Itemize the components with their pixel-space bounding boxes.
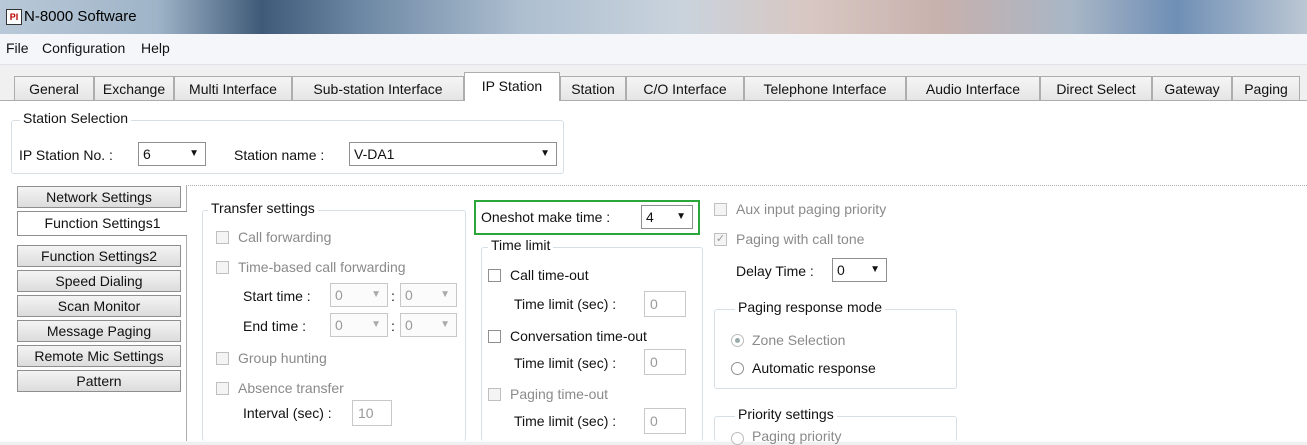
station-name-select[interactable]: V-DA1 ▼ — [349, 142, 557, 166]
menu-configuration[interactable]: Configuration — [42, 40, 125, 56]
automatic-response-radio[interactable] — [731, 362, 744, 375]
station-name-value: V-DA1 — [354, 146, 395, 162]
menu-file[interactable]: File — [6, 40, 29, 56]
paging-timeout-label: Paging time-out — [510, 386, 609, 402]
paging-timeout-checkbox[interactable] — [488, 388, 501, 401]
station-name-label: Station name : — [234, 147, 325, 163]
title-bar — [0, 0, 1307, 34]
side-tab-speed-dialing[interactable]: Speed Dialing — [17, 270, 181, 292]
automatic-response-label: Automatic response — [752, 360, 876, 376]
chevron-down-icon: ▼ — [189, 148, 199, 159]
paging-time-limit-label: Time limit (sec) : — [514, 413, 617, 429]
chevron-down-icon: ▼ — [371, 289, 381, 300]
tab-direct-select[interactable]: Direct Select — [1040, 76, 1152, 100]
chevron-down-icon: ▼ — [540, 148, 550, 159]
tab-sub-station-interface[interactable]: Sub-station Interface — [292, 76, 464, 100]
oneshot-make-time-label: Oneshot make time : — [481, 209, 611, 225]
interval-input[interactable]: 10 — [352, 400, 392, 426]
paging-response-mode-group — [714, 309, 957, 389]
tab-gateway[interactable]: Gateway — [1152, 76, 1232, 100]
station-selection-legend: Station Selection — [20, 110, 132, 126]
tab-exchange[interactable]: Exchange — [94, 76, 174, 100]
tab-station[interactable]: Station — [560, 76, 626, 100]
delay-time-value: 0 — [837, 262, 845, 278]
side-tab-function-settings1[interactable]: Function Settings1 — [17, 211, 187, 236]
conversation-timeout-checkbox[interactable] — [488, 330, 501, 343]
start-time-colon: : — [391, 288, 395, 304]
end-hour-select[interactable]: 0 ▼ — [330, 313, 388, 337]
start-hour-select[interactable]: 0 ▼ — [330, 283, 388, 307]
start-hour-value: 0 — [335, 287, 343, 303]
call-time-limit-label: Time limit (sec) : — [514, 296, 617, 312]
paging-time-limit-input[interactable]: 0 — [644, 408, 686, 434]
conversation-timeout-label: Conversation time-out — [510, 328, 647, 344]
app-icon: PI — [6, 9, 22, 25]
delay-time-label: Delay Time : — [736, 263, 814, 279]
tab-multi-interface[interactable]: Multi Interface — [174, 76, 292, 100]
paging-response-mode-legend: Paging response mode — [735, 299, 885, 315]
priority-settings-legend: Priority settings — [735, 406, 837, 422]
time-based-forwarding-label: Time-based call forwarding — [238, 259, 406, 275]
start-minute-select[interactable]: 0 ▼ — [400, 283, 457, 307]
menu-help[interactable]: Help — [141, 40, 170, 56]
tab-co-interface[interactable]: C/O Interface — [626, 76, 744, 100]
end-minute-value: 0 — [405, 317, 413, 333]
zone-selection-label: Zone Selection — [752, 332, 846, 348]
side-tab-function-settings2[interactable]: Function Settings2 — [17, 245, 181, 267]
end-minute-select[interactable]: 0 ▼ — [400, 313, 457, 337]
chevron-down-icon: ▼ — [440, 319, 450, 330]
conversation-time-limit-label: Time limit (sec) : — [514, 355, 617, 371]
time-based-forwarding-checkbox[interactable] — [216, 261, 229, 274]
tab-general[interactable]: General — [14, 76, 94, 100]
start-minute-value: 0 — [405, 287, 413, 303]
tab-ip-station[interactable]: IP Station — [464, 72, 560, 101]
side-tab-message-paging[interactable]: Message Paging — [17, 320, 181, 342]
tab-audio-interface[interactable]: Audio Interface — [906, 76, 1040, 100]
paging-with-call-tone-checkbox[interactable]: ✓ — [714, 233, 727, 246]
aux-paging-priority-label: Aux input paging priority — [736, 201, 887, 217]
side-tab-remote-mic-settings[interactable]: Remote Mic Settings — [17, 345, 181, 367]
window-title: N-8000 Software — [24, 8, 137, 25]
group-hunting-label: Group hunting — [238, 350, 327, 366]
chevron-down-icon: ▼ — [676, 211, 686, 222]
start-time-label: Start time : — [243, 288, 311, 304]
call-time-limit-input[interactable]: 0 — [644, 291, 686, 317]
aux-paging-priority-checkbox[interactable] — [714, 203, 727, 216]
absence-transfer-checkbox[interactable] — [216, 382, 229, 395]
end-hour-value: 0 — [335, 317, 343, 333]
oneshot-make-time-select[interactable]: 4 ▼ — [641, 205, 693, 229]
group-hunting-checkbox[interactable] — [216, 352, 229, 365]
end-time-label: End time : — [243, 318, 307, 334]
chevron-down-icon: ▼ — [371, 319, 381, 330]
ip-station-no-select[interactable]: 6 ▼ — [138, 142, 206, 166]
side-tab-pattern[interactable]: Pattern — [17, 370, 181, 392]
call-forwarding-label: Call forwarding — [238, 229, 332, 245]
tab-paging[interactable]: Paging — [1232, 76, 1300, 100]
side-tab-network-settings[interactable]: Network Settings — [17, 186, 181, 208]
paging-priority-label: Paging priority — [752, 428, 842, 444]
conversation-time-limit-input[interactable]: 0 — [644, 349, 686, 375]
side-tab-scan-monitor[interactable]: Scan Monitor — [17, 295, 181, 317]
transfer-settings-legend: Transfer settings — [208, 200, 318, 216]
call-forwarding-checkbox[interactable] — [216, 231, 229, 244]
interval-label: Interval (sec) : — [243, 405, 332, 421]
oneshot-make-time-value: 4 — [646, 209, 654, 225]
tab-telephone-interface[interactable]: Telephone Interface — [744, 76, 906, 100]
chevron-down-icon: ▼ — [440, 289, 450, 300]
time-limit-legend: Time limit — [488, 237, 554, 253]
paging-with-call-tone-label: Paging with call tone — [736, 231, 865, 247]
delay-time-select[interactable]: 0 ▼ — [832, 258, 887, 282]
zone-selection-radio[interactable] — [731, 334, 744, 347]
ip-station-no-label: IP Station No. : — [19, 147, 113, 163]
absence-transfer-label: Absence transfer — [238, 380, 344, 396]
ip-station-no-value: 6 — [143, 146, 151, 162]
menu-bar — [0, 34, 1307, 65]
call-timeout-label: Call time-out — [510, 267, 589, 283]
end-time-colon: : — [391, 318, 395, 334]
paging-priority-radio[interactable] — [731, 432, 744, 445]
call-timeout-checkbox[interactable] — [488, 269, 501, 282]
chevron-down-icon: ▼ — [870, 264, 880, 275]
